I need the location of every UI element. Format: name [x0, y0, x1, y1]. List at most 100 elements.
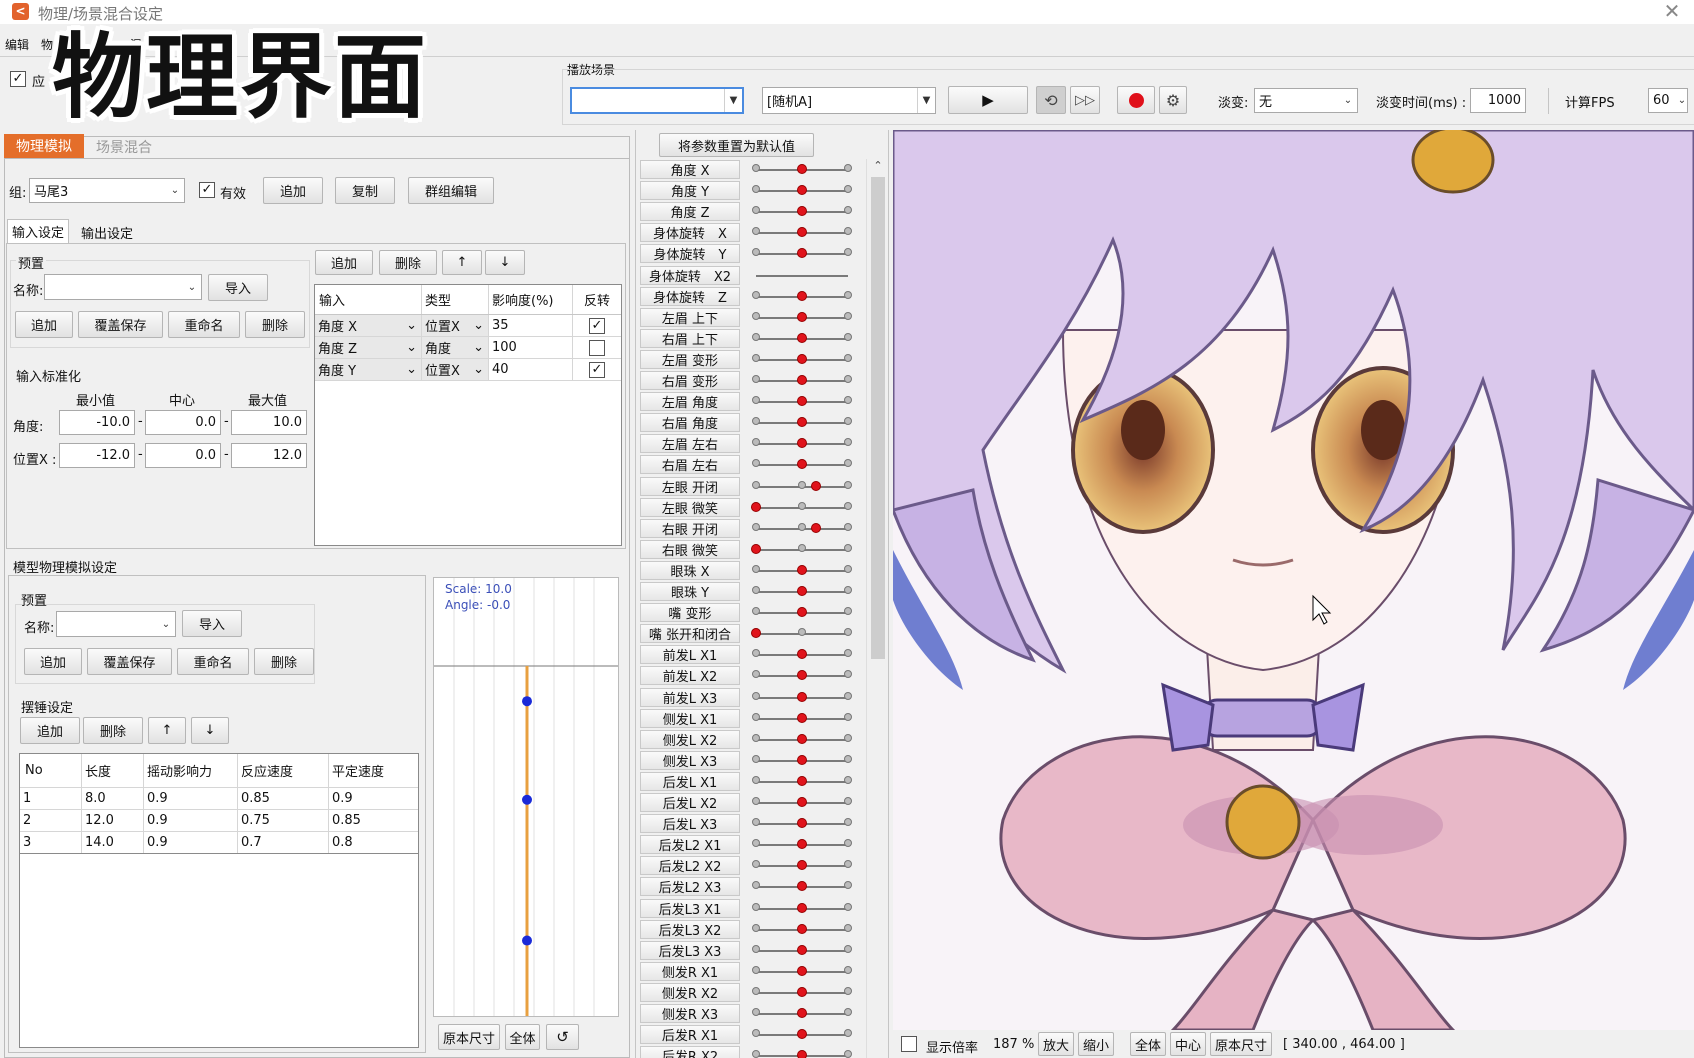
param-label[interactable]: 前发L X3 — [640, 687, 740, 707]
param-slider-knob[interactable] — [797, 332, 807, 343]
param-label[interactable]: 左眉 变形 — [640, 349, 740, 369]
play-button[interactable]: ▶ — [948, 86, 1028, 114]
param-label[interactable]: 右眉 上下 — [640, 328, 740, 348]
param-slider-knob[interactable] — [797, 290, 807, 301]
param-slider-knob[interactable] — [797, 185, 807, 196]
param-scrollbar[interactable]: ⌃ ⌄ — [866, 159, 888, 1058]
scrollbar-thumb[interactable] — [871, 177, 885, 659]
invert-checkbox[interactable]: ✓ — [589, 317, 605, 334]
pendulum-reset-button[interactable]: ↺ — [546, 1024, 579, 1050]
length-cell[interactable]: 8.0 — [82, 788, 144, 809]
param-slider-knob[interactable] — [810, 522, 821, 533]
param-slider-knob[interactable] — [797, 564, 807, 575]
param-label[interactable]: 左眉 左右 — [640, 434, 740, 454]
input-cell[interactable]: 角度 Y ⌄ — [315, 359, 422, 380]
input-down-button[interactable]: ↓ — [485, 250, 525, 275]
influence-cell[interactable]: 35 — [489, 315, 573, 336]
param-slider-knob[interactable] — [797, 417, 807, 428]
param-label[interactable]: 后发L2 X3 — [640, 877, 740, 897]
settings-button[interactable]: ⚙ — [1159, 86, 1187, 114]
pendulum-up-button[interactable]: ↑ — [148, 717, 186, 744]
param-label[interactable]: 后发L X1 — [640, 771, 740, 791]
param-slider-knob[interactable] — [751, 543, 761, 554]
loop-button[interactable]: ⟲ — [1036, 86, 1066, 114]
table-row[interactable]: 2 12.0 0.9 0.75 0.85 — [20, 810, 418, 832]
preset-rename-button[interactable]: 重命名 — [168, 311, 240, 338]
param-slider-knob[interactable] — [797, 206, 807, 217]
pos-max-input[interactable]: 12.0 — [231, 443, 307, 468]
tab-physics[interactable]: 物理模拟 — [4, 134, 84, 158]
param-slider-knob[interactable] — [797, 944, 807, 955]
param-slider-knob[interactable] — [797, 1029, 807, 1040]
param-slider-knob[interactable] — [797, 965, 807, 976]
chevron-up-icon[interactable]: ⌃ — [871, 159, 885, 175]
param-slider-knob[interactable] — [797, 712, 807, 723]
param-slider-knob[interactable] — [797, 1050, 807, 1058]
param-label[interactable]: 后发L3 X2 — [640, 919, 740, 939]
model-viewer[interactable] — [893, 130, 1694, 1030]
group-select[interactable]: 马尾3 ⌄ — [29, 178, 185, 203]
param-slider-knob[interactable] — [797, 881, 807, 892]
model-preset-import-button[interactable]: 导入 — [182, 610, 242, 637]
input-add-button[interactable]: 追加 — [315, 250, 373, 275]
param-label[interactable]: 嘴 变形 — [640, 603, 740, 623]
param-label[interactable]: 角度 Z — [640, 202, 740, 222]
fast-forward-button[interactable]: ▷▷ — [1070, 86, 1100, 114]
tab-input-settings[interactable]: 输入设定 — [7, 219, 69, 243]
param-slider-knob[interactable] — [751, 628, 761, 639]
param-slider-knob[interactable] — [797, 923, 807, 934]
param-label[interactable]: 身体旋转 X2 — [640, 265, 740, 285]
swing-cell[interactable]: 0.9 — [144, 788, 238, 809]
original-size-button[interactable]: 原本尺寸 — [1210, 1032, 1272, 1056]
param-label[interactable]: 侧发L X3 — [640, 750, 740, 770]
param-slider-knob[interactable] — [797, 164, 807, 174]
reset-params-button[interactable]: 将参数重置为默认值 — [659, 133, 814, 157]
pendulum-node[interactable] — [522, 794, 532, 805]
param-label[interactable]: 后发L3 X3 — [640, 940, 740, 960]
zoom-in-button[interactable]: 放大 — [1038, 1032, 1074, 1056]
param-label[interactable]: 左眉 角度 — [640, 392, 740, 412]
center-button[interactable]: 中心 — [1170, 1032, 1206, 1056]
param-slider-knob[interactable] — [797, 227, 807, 238]
param-slider-knob[interactable] — [797, 438, 807, 449]
pendulum-original-size-button[interactable]: 原本尺寸 — [438, 1024, 500, 1050]
param-slider-knob[interactable] — [797, 754, 807, 765]
reaction-cell[interactable]: 0.75 — [238, 810, 329, 831]
input-cell[interactable]: 角度 X ⌄ — [315, 315, 422, 336]
param-label[interactable]: 前发L X1 — [640, 645, 740, 665]
influence-cell[interactable]: 40 — [489, 359, 573, 380]
param-label[interactable]: 右眉 角度 — [640, 413, 740, 433]
swing-cell[interactable]: 0.9 — [144, 810, 238, 831]
group-copy-button[interactable]: 复制 — [335, 177, 395, 204]
param-label[interactable]: 嘴 张开和闭合 — [640, 624, 740, 644]
param-label[interactable]: 后发R X2 — [640, 1046, 740, 1058]
tab-output-settings[interactable]: 输出设定 — [74, 221, 140, 243]
param-label[interactable]: 后发L3 X1 — [640, 898, 740, 918]
param-label[interactable]: 后发L X2 — [640, 793, 740, 812]
scene-select[interactable]: ▼ — [570, 87, 744, 114]
table-row[interactable]: 1 8.0 0.9 0.85 0.9 — [20, 788, 418, 810]
reaction-cell[interactable]: 0.7 — [238, 832, 329, 853]
fade-select[interactable]: 无 ⌄ — [1254, 88, 1358, 113]
input-up-button[interactable]: ↑ — [442, 250, 482, 275]
param-slider-knob[interactable] — [797, 607, 807, 618]
pos-min-input[interactable]: -12.0 — [59, 443, 135, 468]
type-cell[interactable]: 位置X ⌄ — [422, 315, 489, 336]
valid-checkbox[interactable]: ✓ — [199, 182, 215, 198]
close-icon[interactable]: ✕ — [1660, 0, 1684, 22]
param-label[interactable]: 侧发L X2 — [640, 729, 740, 749]
param-slider-knob[interactable] — [797, 649, 807, 660]
param-slider-knob[interactable] — [797, 375, 807, 385]
param-slider-knob[interactable] — [797, 670, 807, 681]
record-button[interactable] — [1117, 86, 1155, 114]
param-label[interactable]: 身体旋转 X — [640, 223, 740, 243]
model-preset-delete-button[interactable]: 删除 — [254, 648, 314, 675]
param-slider-knob[interactable] — [797, 353, 807, 364]
param-slider-knob[interactable] — [797, 586, 807, 596]
model-preset-add-button[interactable]: 追加 — [24, 648, 82, 675]
settle-cell[interactable]: 0.85 — [329, 810, 418, 831]
input-cell[interactable]: 角度 Z ⌄ — [315, 337, 422, 358]
param-slider-knob[interactable] — [797, 311, 807, 322]
param-slider-knob[interactable] — [797, 248, 807, 259]
random-select[interactable]: [随机A] ▼ — [762, 87, 936, 114]
